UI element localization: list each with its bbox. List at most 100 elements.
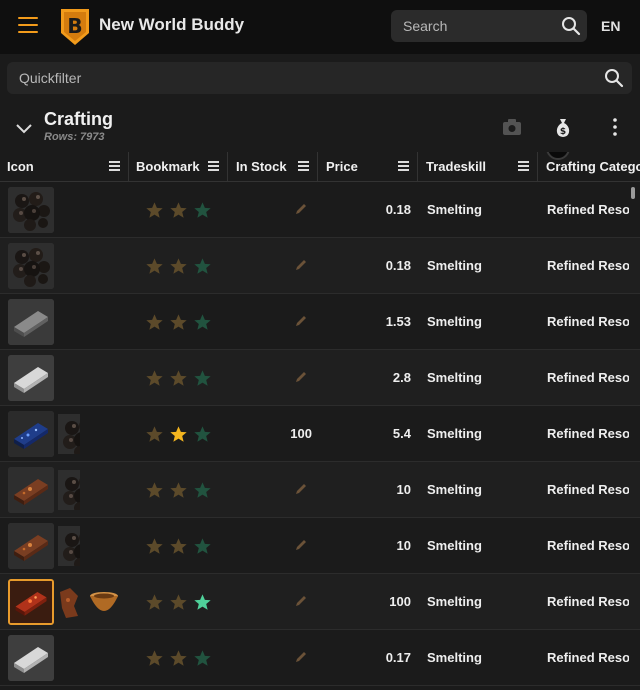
- column-header-icon[interactable]: Icon: [0, 152, 128, 182]
- column-divider[interactable]: [537, 152, 538, 182]
- bookmark-star-icon[interactable]: [193, 201, 212, 220]
- column-header-in-stock[interactable]: In Stock: [229, 152, 317, 182]
- pencil-icon[interactable]: [294, 370, 308, 384]
- copper-ingot-icon[interactable]: [8, 467, 54, 513]
- bookmark-star-icon[interactable]: [145, 257, 164, 276]
- bookmark-star-icon[interactable]: [169, 369, 188, 388]
- bookmark-star-icon[interactable]: [145, 481, 164, 500]
- iron-ingot-icon[interactable]: [8, 299, 54, 345]
- bookmark-star-icon[interactable]: [145, 201, 164, 220]
- copper-ingot-icon[interactable]: [8, 523, 54, 569]
- price-value: 10: [396, 538, 411, 553]
- table-row[interactable]: 0.17 Smelting Refined Resources: [0, 630, 640, 686]
- table-row[interactable]: 1.53 Smelting Refined Resources: [0, 294, 640, 350]
- pencil-icon[interactable]: [294, 482, 308, 496]
- section-header: Crafting Rows: 7973 $: [0, 104, 640, 152]
- bookmark-star-icon[interactable]: [169, 201, 188, 220]
- bookmark-star-icon[interactable]: [193, 369, 212, 388]
- table-row[interactable]: 10 Smelting Refined Resources: [0, 462, 640, 518]
- bookmark-star-icon[interactable]: [169, 425, 188, 444]
- crafting-category-value: Refined Resources: [547, 314, 629, 329]
- bookmark-star-icon[interactable]: [145, 313, 164, 332]
- table-row[interactable]: 0.18 Smelting Refined Resources: [0, 182, 640, 238]
- bookmark-star-icon[interactable]: [193, 257, 212, 276]
- language-switch[interactable]: EN: [601, 18, 620, 34]
- table-row[interactable]: 2.8 Smelting Refined Resources: [0, 350, 640, 406]
- tradeskill-value: Smelting: [427, 258, 482, 273]
- tradeskill-value: Smelting: [427, 538, 482, 553]
- charcoal-icon[interactable]: [8, 243, 54, 289]
- bookmark-star-icon[interactable]: [169, 313, 188, 332]
- pencil-icon[interactable]: [294, 650, 308, 664]
- bowl-icon[interactable]: [88, 586, 122, 620]
- hamburger-menu-icon[interactable]: [18, 17, 38, 35]
- column-menu-icon[interactable]: [398, 161, 409, 171]
- pencil-icon[interactable]: [294, 594, 308, 608]
- charcoal-icon[interactable]: [58, 414, 80, 454]
- pencil-icon[interactable]: [294, 202, 308, 216]
- price-value: 0.18: [385, 258, 411, 273]
- chevron-down-icon[interactable]: [14, 118, 34, 138]
- quickfilter: [7, 62, 632, 94]
- bookmark-star-icon[interactable]: [145, 425, 164, 444]
- column-menu-icon[interactable]: [298, 161, 309, 171]
- bookmark-star-icon[interactable]: [193, 481, 212, 500]
- tradeskill-value: Smelting: [427, 426, 482, 441]
- charcoal-icon[interactable]: [58, 470, 80, 510]
- money-bag-icon[interactable]: $: [553, 116, 573, 138]
- table-row[interactable]: 10 Smelting Refined Resources: [0, 518, 640, 574]
- crafting-category-value: Refined Resources: [547, 538, 629, 553]
- column-label: Icon: [7, 159, 34, 174]
- bookmark-star-icon[interactable]: [193, 593, 212, 612]
- column-menu-icon[interactable]: [109, 161, 120, 171]
- search-icon[interactable]: [561, 16, 581, 36]
- column-menu-icon[interactable]: [208, 161, 219, 171]
- bookmark-star-icon[interactable]: [169, 649, 188, 668]
- bookmark-stars: [145, 481, 215, 501]
- column-header-bookmark[interactable]: Bookmark: [129, 152, 227, 182]
- search-icon[interactable]: [604, 68, 624, 88]
- bookmark-star-icon[interactable]: [169, 593, 188, 612]
- bookmark-star-icon[interactable]: [193, 425, 212, 444]
- price-value: 5.4: [392, 426, 411, 441]
- column-divider[interactable]: [227, 152, 228, 182]
- bookmark-star-icon[interactable]: [145, 593, 164, 612]
- bookmark-star-icon[interactable]: [145, 649, 164, 668]
- silver-ingot-icon[interactable]: [8, 355, 54, 401]
- app-title: New World Buddy: [99, 15, 245, 34]
- camera-icon[interactable]: [502, 118, 522, 136]
- pencil-icon[interactable]: [294, 314, 308, 328]
- bookmark-star-icon[interactable]: [145, 369, 164, 388]
- price-value: 2.8: [392, 370, 411, 385]
- column-divider[interactable]: [317, 152, 318, 182]
- in-stock-value[interactable]: 100: [229, 406, 312, 462]
- quickfilter-input[interactable]: [19, 62, 579, 94]
- starmetal-ingot-icon[interactable]: [8, 411, 54, 457]
- charcoal-icon[interactable]: [8, 187, 54, 233]
- column-header-tradeskill[interactable]: Tradeskill: [419, 152, 537, 182]
- table-row[interactable]: 100 Smelting Refined Resources: [0, 574, 640, 630]
- ore-chunk-icon[interactable]: [58, 582, 80, 622]
- bookmark-star-icon[interactable]: [145, 537, 164, 556]
- app-logo-icon: B: [61, 9, 89, 45]
- charcoal-icon[interactable]: [58, 526, 80, 566]
- bookmark-star-icon[interactable]: [193, 537, 212, 556]
- search-input[interactable]: [403, 10, 553, 42]
- bookmark-star-icon[interactable]: [169, 537, 188, 556]
- bookmark-star-icon[interactable]: [169, 257, 188, 276]
- tradeskill-value: Smelting: [427, 370, 482, 385]
- column-header-price[interactable]: Price: [319, 152, 417, 182]
- column-divider[interactable]: [417, 152, 418, 182]
- silver-ingot-icon[interactable]: [8, 635, 54, 681]
- table-row[interactable]: 100 5.4 Smelting Refined Resources: [0, 406, 640, 462]
- bookmark-star-icon[interactable]: [193, 649, 212, 668]
- orichalcum-ingot-icon[interactable]: [8, 579, 54, 625]
- table-row[interactable]: 0.18 Smelting Refined Resources: [0, 238, 640, 294]
- pencil-icon[interactable]: [294, 538, 308, 552]
- pencil-icon[interactable]: [294, 258, 308, 272]
- column-menu-icon[interactable]: [518, 161, 529, 171]
- more-vertical-icon[interactable]: [608, 116, 622, 138]
- bookmark-star-icon[interactable]: [169, 481, 188, 500]
- column-label: Bookmark: [136, 159, 200, 174]
- bookmark-star-icon[interactable]: [193, 313, 212, 332]
